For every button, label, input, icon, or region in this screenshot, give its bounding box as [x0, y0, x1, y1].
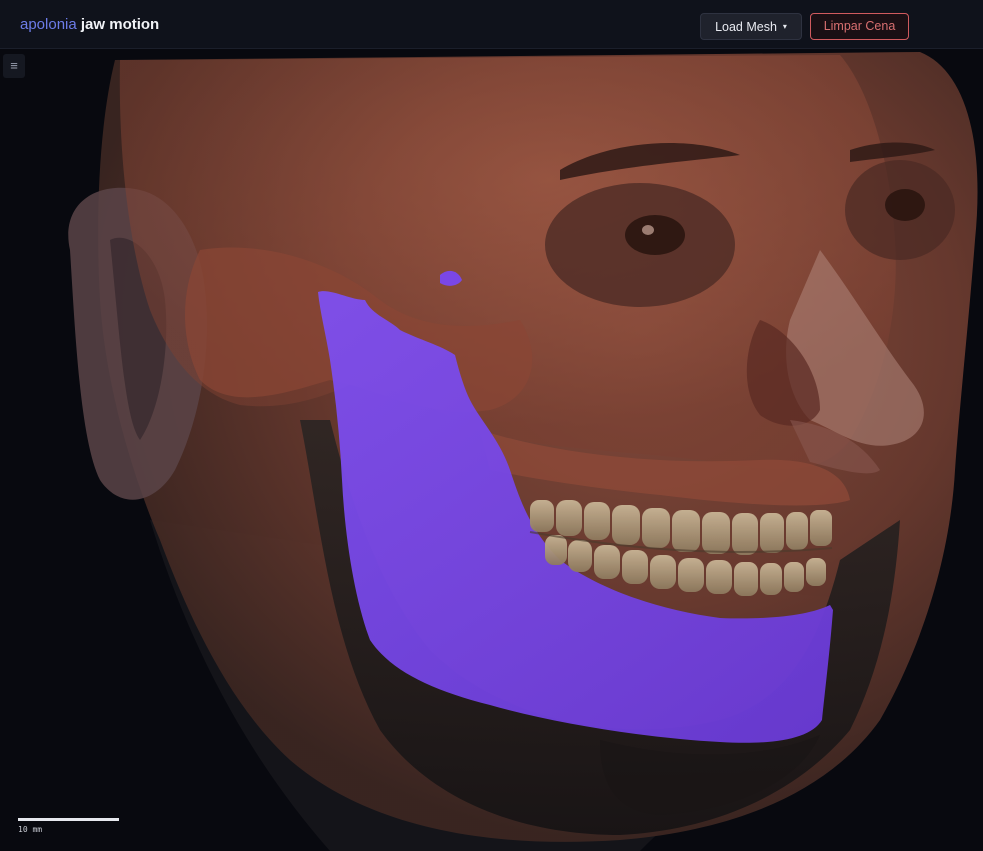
right-eye	[885, 189, 925, 221]
clear-scene-label: Limpar Cena	[823, 19, 896, 33]
left-eye	[625, 215, 685, 255]
brand-subtitle: jaw motion	[80, 16, 160, 33]
jaw-motion-app: apolonia jaw motion Load Mesh ▾ Limpar Ce…	[0, 0, 983, 851]
load-mesh-button[interactable]: Load Mesh ▾	[700, 13, 802, 40]
app-brand: apolonia jaw motion	[20, 16, 159, 34]
top-bar: apolonia jaw motion Load Mesh ▾ Limpar Ce…	[0, 0, 983, 48]
load-mesh-label: Load Mesh	[715, 20, 777, 34]
scene-render	[0, 48, 983, 851]
chevron-down-icon: ▾	[782, 22, 787, 31]
scale-bar-label: 10 mm	[18, 825, 43, 834]
left-eye-highlight	[642, 225, 654, 235]
3d-viewport[interactable]	[0, 48, 983, 851]
scale-bar-line	[18, 818, 119, 821]
clear-scene-button[interactable]: Limpar Cena	[810, 13, 909, 40]
brand-name: apolonia	[20, 16, 77, 33]
menu-icon[interactable]: ≡	[3, 54, 25, 78]
scale-bar: 10 mm	[18, 818, 119, 834]
